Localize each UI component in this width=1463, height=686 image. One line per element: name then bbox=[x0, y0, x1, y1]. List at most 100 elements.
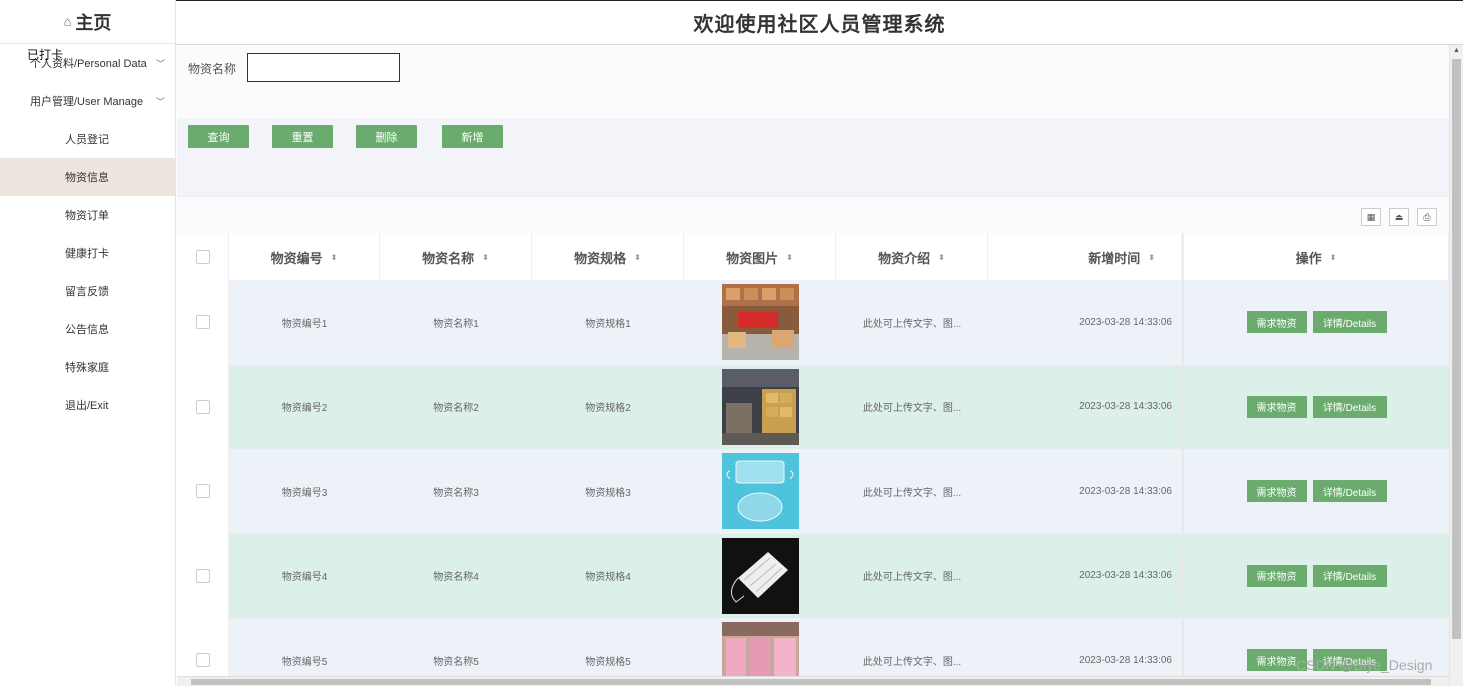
cell-spec: 物资规格2 bbox=[585, 403, 631, 415]
cell-spec: 物资规格4 bbox=[585, 572, 631, 584]
sidebar-item-exit[interactable]: 退出/Exit bbox=[0, 386, 175, 424]
sidebar-item-material-order[interactable]: 物资订单 bbox=[0, 196, 175, 234]
home-label: 主页 bbox=[75, 12, 112, 33]
sidebar-item-registration[interactable]: 人员登记 bbox=[0, 120, 175, 158]
sidebar: ⌂ 主页 个人资料/Personal Data ﹀ 用户管理/User Mana… bbox=[0, 0, 176, 686]
cell-actions: 需求物资 详情/Details bbox=[1182, 280, 1449, 365]
horizontal-scrollbar[interactable] bbox=[177, 676, 1449, 686]
column-header-intro[interactable]: 物资介绍 ⬍ bbox=[836, 234, 988, 280]
add-button[interactable]: 新增 bbox=[442, 125, 503, 148]
sidebar-item-label: 物资信息 bbox=[65, 172, 109, 184]
sidebar-item-label: 健康打卡 bbox=[65, 248, 109, 260]
table-row: 物资编号2 物资名称2 物资规格2 此处可上传文字、图... 2023-03-2… bbox=[177, 364, 1449, 449]
row-checkbox[interactable] bbox=[195, 484, 210, 499]
query-button[interactable]: 查询 bbox=[188, 125, 249, 148]
cell-time: 2023-03-28 14:33:06 bbox=[1079, 485, 1172, 497]
sidebar-item-label: 留言反馈 bbox=[65, 286, 109, 298]
row-checkbox[interactable] bbox=[195, 653, 210, 668]
need-material-button[interactable]: 需求物资 bbox=[1246, 311, 1307, 334]
cell-name: 物资名称4 bbox=[433, 572, 479, 584]
export-icon[interactable]: ⏏ bbox=[1389, 208, 1409, 226]
table-row: 物资编号4 物资名称4 物资规格4 此处可上传文字、图... 2023-03-2… bbox=[177, 533, 1449, 619]
row-select-cell bbox=[177, 364, 229, 449]
mask-white-image[interactable] bbox=[721, 537, 799, 614]
sort-icon: ⬍ bbox=[786, 252, 793, 262]
cell-actions: 需求物资 详情/Details bbox=[1182, 449, 1449, 534]
sidebar-item-health-checkin[interactable]: 健康打卡 bbox=[0, 234, 175, 272]
cell-actions: 需求物资 详情/Details bbox=[1182, 533, 1449, 618]
sidebar-item-label: 退出/Exit bbox=[65, 400, 109, 412]
need-material-button[interactable]: 需求物资 bbox=[1246, 480, 1307, 503]
scrollbar-thumb[interactable] bbox=[1452, 59, 1461, 639]
menu-group-label: 用户管理/User Manage bbox=[30, 96, 144, 108]
sort-icon: ⬍ bbox=[1148, 252, 1155, 262]
cell-name: 物资名称2 bbox=[433, 403, 479, 415]
column-label: 物资编号 bbox=[270, 250, 323, 266]
chevron-down-icon: ﹀ bbox=[156, 58, 166, 69]
sidebar-item-label: 人员登记 bbox=[65, 134, 109, 146]
need-material-button[interactable]: 需求物资 bbox=[1246, 395, 1307, 418]
details-button[interactable]: 详情/Details bbox=[1312, 395, 1387, 418]
select-all-cell bbox=[177, 234, 229, 280]
cell-code: 物资编号1 bbox=[281, 318, 328, 330]
row-checkbox[interactable] bbox=[195, 315, 210, 330]
cell-image bbox=[684, 534, 836, 619]
material-name-input[interactable] bbox=[247, 53, 401, 82]
cell-name: 物资名称1 bbox=[433, 318, 479, 330]
sidebar-item-label: 物资订单 bbox=[65, 210, 109, 222]
cell-time: 2023-03-28 14:33:06 bbox=[1079, 401, 1172, 413]
delete-button[interactable]: 删除 bbox=[356, 125, 417, 148]
sidebar-item-notices[interactable]: 公告信息 bbox=[0, 310, 175, 348]
cell-actions: 需求物资 详情/Details bbox=[1182, 364, 1449, 449]
sort-icon: ⬍ bbox=[1329, 252, 1337, 262]
table-body: 物资编号1 物资名称1 物资规格1 此处可上传文字、图... 2023-03-2… bbox=[177, 280, 1449, 686]
select-all-checkbox[interactable] bbox=[195, 250, 210, 264]
details-button[interactable]: 详情/Details bbox=[1312, 564, 1387, 587]
column-header-time[interactable]: 新增时间 ⬍ bbox=[988, 234, 1182, 280]
column-header-actions[interactable]: 操作 ⬍ bbox=[1182, 234, 1449, 280]
action-bar: 查询 重置 删除 新增 bbox=[177, 119, 1449, 196]
material-warehouse-image[interactable] bbox=[721, 284, 799, 361]
material-storage-image[interactable] bbox=[721, 368, 799, 445]
cell-image bbox=[684, 449, 836, 534]
details-button[interactable]: 详情/Details bbox=[1312, 311, 1387, 334]
cell-code: 物资编号2 bbox=[281, 403, 328, 415]
cell-intro: 此处可上传文字、图... bbox=[862, 572, 962, 584]
home-link[interactable]: ⌂ 主页 bbox=[0, 0, 175, 44]
sort-icon: ⬍ bbox=[330, 252, 338, 262]
columns-icon[interactable]: ▦ bbox=[1361, 208, 1381, 226]
main-content: 物资名称 查询 重置 删除 新增 ▦ ⏏ ⎙ 物资编号 ⬍ 物资名称 ⬍ 物资规格 ⬍… bbox=[177, 45, 1449, 686]
sidebar-item-material-info[interactable]: 物资信息 bbox=[0, 158, 175, 196]
vertical-scrollbar[interactable]: ▲ bbox=[1449, 45, 1463, 686]
overlap-tooltip-text: 已打卡 bbox=[27, 48, 64, 62]
sidebar-item-feedback[interactable]: 留言反馈 bbox=[0, 272, 175, 310]
column-header-code[interactable]: 物资编号 ⬍ bbox=[229, 234, 380, 280]
sidebar-item-label: 特殊家庭 bbox=[65, 362, 109, 374]
row-checkbox[interactable] bbox=[195, 568, 210, 583]
mask-blue-image[interactable] bbox=[721, 453, 799, 530]
scrollbar-thumb[interactable] bbox=[191, 679, 1431, 685]
cell-spec: 物资规格3 bbox=[585, 487, 631, 499]
sidebar-item-special-family[interactable]: 特殊家庭 bbox=[0, 348, 175, 386]
cell-intro: 此处可上传文字、图... bbox=[862, 487, 962, 499]
column-label: 操作 bbox=[1295, 250, 1322, 266]
column-label: 物资图片 bbox=[726, 250, 779, 266]
column-header-name[interactable]: 物资名称 ⬍ bbox=[380, 234, 532, 280]
scroll-up-icon[interactable]: ▲ bbox=[1453, 47, 1460, 54]
table-header: 物资编号 ⬍ 物资名称 ⬍ 物资规格 ⬍ 物资图片 ⬍ 物资介绍 ⬍ 新增时间 ⬍ 操作 ⬍ bbox=[177, 234, 1449, 280]
need-material-button[interactable]: 需求物资 bbox=[1246, 564, 1307, 587]
column-header-spec[interactable]: 物资规格 ⬍ bbox=[532, 234, 684, 280]
cell-time: 2023-03-28 14:33:06 bbox=[1079, 316, 1172, 328]
details-button[interactable]: 详情/Details bbox=[1312, 480, 1387, 503]
cell-intro: 此处可上传文字、图... bbox=[862, 403, 962, 415]
sort-icon: ⬍ bbox=[634, 252, 641, 262]
chevron-down-icon: ﹀ bbox=[156, 96, 166, 107]
print-icon[interactable]: ⎙ bbox=[1417, 208, 1437, 226]
search-label: 物资名称 bbox=[188, 62, 237, 76]
menu-group-user-manage[interactable]: 用户管理/User Manage ﹀ bbox=[0, 82, 175, 120]
row-checkbox[interactable] bbox=[195, 399, 210, 414]
column-header-image[interactable]: 物资图片 ⬍ bbox=[684, 234, 836, 280]
reset-button[interactable]: 重置 bbox=[272, 125, 333, 148]
home-icon: ⌂ bbox=[63, 14, 72, 29]
column-label: 物资介绍 bbox=[878, 250, 931, 266]
